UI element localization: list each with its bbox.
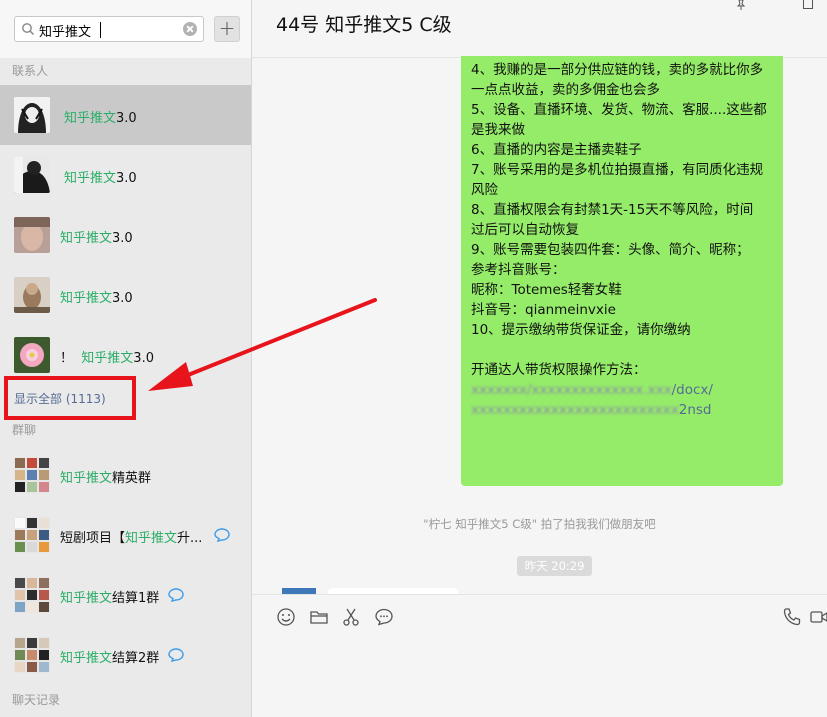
message-line: 4、我赚的是一部分供应链的钱，卖的多就比你多: [471, 62, 764, 78]
group-name: 短剧项目【知乎推文升...: [60, 531, 203, 546]
contact-name: 知乎推文3.0: [60, 231, 133, 246]
avatar: [14, 277, 50, 313]
blurred-url: xxxxxxx/xxxxxxxxxxxxxx.xxx: [471, 382, 672, 398]
input-toolbar: [252, 594, 827, 717]
message-bubble[interactable]: 4、我赚的是一部分供应链的钱，卖的多就比你多 一点点收益，卖的多佣金也会多 5、…: [461, 56, 783, 486]
maximize-icon[interactable]: [803, 0, 813, 9]
system-message: "柠七 知乎推文5 C级" 拍了拍我我们做朋友吧: [423, 517, 656, 531]
chat-bubble-icon: [168, 648, 184, 662]
message-link-line[interactable]: xxxxxxx/xxxxxxxxxxxxxx.xxx/docx/: [471, 380, 767, 400]
group-name: 知乎推文结算2群: [60, 651, 160, 666]
pin-icon[interactable]: [736, 0, 746, 10]
message-line: 是我来做: [471, 122, 525, 138]
message-line: 9、账号需要包装四件套：头像、简介、昵称；: [471, 242, 750, 258]
chat-panel: 44号 知乎推文5 C级 4、我赚的是一部分供应链的钱，卖的多就比你多 一点点收…: [252, 0, 827, 717]
avatar: [14, 217, 50, 253]
message-line: 风险: [471, 182, 498, 198]
emoji-icon[interactable]: [276, 607, 296, 627]
phone-icon[interactable]: [782, 607, 802, 627]
search-bar: 知乎推文 +: [0, 0, 251, 58]
conversation-sidebar: 知乎推文 + 联系人 知乎推文3.0 知乎推文3.0 知乎推文3.0 知乎推文3…: [0, 0, 252, 717]
contact-item[interactable]: 知乎推文3.0: [0, 145, 251, 205]
folder-icon[interactable]: [309, 607, 329, 627]
contact-item[interactable]: 知乎推文3.0: [0, 205, 251, 265]
message-line: 6、直播的内容是主播卖鞋子: [471, 142, 642, 158]
contact-item[interactable]: 知乎推文3.0: [0, 85, 251, 145]
avatar: [14, 157, 50, 193]
group-avatar: [14, 517, 50, 553]
annotation-highlight-box: [4, 376, 136, 420]
text-cursor: [100, 22, 101, 38]
section-label-history: 聊天记录: [12, 693, 61, 707]
chat-bubble-icon: [214, 528, 230, 542]
url-tail: /docx/: [671, 382, 713, 398]
url-tail: 2nsd: [678, 402, 712, 418]
add-button[interactable]: +: [214, 16, 240, 42]
message-line: 7、账号采用的是多机位拍摄直播，有同质化违规: [471, 162, 764, 178]
message-line: 抖音号：qianmeinvxie: [471, 302, 616, 318]
message-line: 过后可以自动恢复: [471, 222, 579, 238]
group-item[interactable]: 知乎推文结算1群: [0, 565, 251, 625]
group-avatar: [14, 457, 50, 493]
clear-icon[interactable]: [183, 22, 197, 36]
timestamp-badge: 昨天 20:29: [517, 556, 592, 576]
message-line: 5、设备、直播环境、发货、物流、客服....这些都: [471, 102, 767, 118]
scissors-icon[interactable]: [341, 607, 361, 627]
message-line: 参考抖音账号：: [471, 262, 566, 278]
message-line: 10、提示缴纳带货保证金，请你缴纳: [471, 322, 691, 338]
chat-history-icon[interactable]: [374, 607, 394, 627]
group-item[interactable]: 知乎推文结算2群: [0, 625, 251, 685]
message-line: [471, 340, 767, 360]
search-value: 知乎推文: [39, 25, 92, 40]
group-name: 知乎推文精英群: [60, 471, 152, 486]
chat-title: 44号 知乎推文5 C级: [276, 14, 452, 36]
video-call-icon[interactable]: [809, 607, 827, 627]
message-link-line[interactable]: xxxxxxxxxxxxxxxxxxxxxxxxxx2nsd: [471, 400, 767, 420]
message-line: 开通达人带货权限操作方法：: [471, 362, 647, 378]
contact-item[interactable]: 知乎推文3.0: [0, 265, 251, 325]
contact-name: ！ 知乎推文3.0: [60, 351, 154, 366]
group-avatar: [14, 577, 50, 613]
avatar: [14, 337, 50, 373]
section-label-contacts: 联系人: [12, 64, 49, 78]
group-item[interactable]: 知乎推文精英群: [0, 445, 251, 505]
section-label-groups: 群聊: [12, 423, 37, 437]
search-icon: [22, 23, 35, 36]
group-avatar: [14, 637, 50, 673]
blurred-url: xxxxxxxxxxxxxxxxxxxxxxxxxx: [471, 402, 679, 418]
contact-name: 知乎推文3.0: [60, 291, 133, 306]
contact-name: 知乎推文3.0: [64, 111, 137, 126]
message-text: 4、我赚的是一部分供应链的钱，卖的多就比你多 一点点收益，卖的多佣金也会多 5、…: [471, 60, 767, 420]
message-line: 昵称：Totemes轻奢女鞋: [471, 282, 622, 298]
chat-bubble-icon: [168, 588, 184, 602]
group-name: 知乎推文结算1群: [60, 591, 160, 606]
avatar: [14, 97, 50, 133]
message-line: 一点点收益，卖的多佣金也会多: [471, 82, 660, 98]
contact-name: 知乎推文3.0: [64, 171, 137, 186]
search-input[interactable]: 知乎推文: [14, 16, 204, 42]
message-line: 8、直播权限会有封禁1天-15天不等风险，时间: [471, 202, 754, 218]
group-item[interactable]: 短剧项目【知乎推文升...: [0, 505, 251, 565]
